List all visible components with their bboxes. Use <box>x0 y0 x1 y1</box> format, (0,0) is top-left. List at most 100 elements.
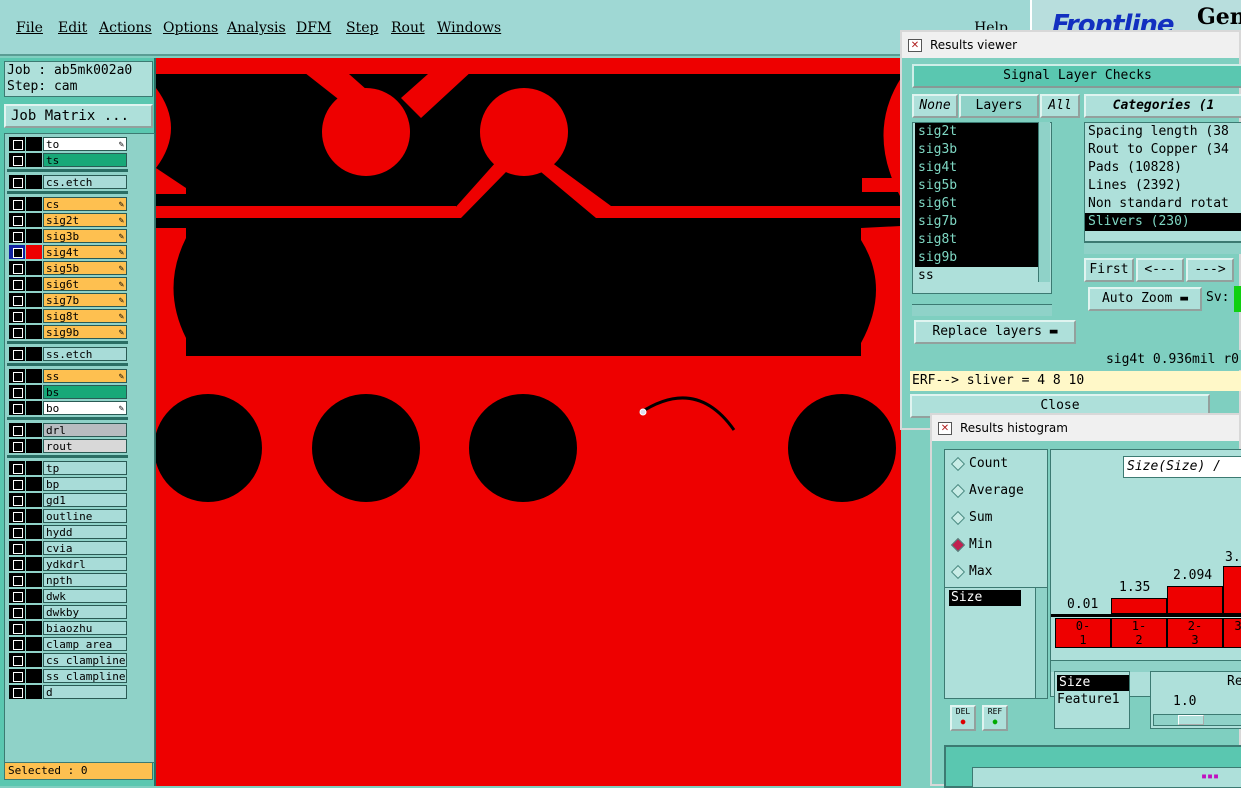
del-button[interactable]: DEL ● <box>950 705 976 731</box>
layer-color-swatch[interactable] <box>26 653 42 667</box>
layer-color-swatch[interactable] <box>26 439 42 453</box>
layer-row-biaozhu[interactable]: biaozhu <box>7 620 127 636</box>
series-list[interactable]: Size Feature1 <box>1054 671 1130 729</box>
layer-row-sig8t[interactable]: sig8t ✎ <box>7 308 127 324</box>
layer-list-hscrollbar[interactable] <box>912 304 1052 316</box>
job-matrix-button[interactable]: Job Matrix ... <box>4 104 153 128</box>
result-layer-item[interactable]: sig4t <box>915 159 1039 177</box>
layer-row-ss_clampline[interactable]: ss_clampline <box>7 668 127 684</box>
layer-row-ss[interactable]: ss ✎ <box>7 368 127 384</box>
layer-color-swatch[interactable] <box>26 197 42 211</box>
layer-color-swatch[interactable] <box>26 293 42 307</box>
layer-color-swatch[interactable] <box>26 509 42 523</box>
menu-actions[interactable]: Actions <box>99 20 152 36</box>
category-item[interactable]: Pads (10828) <box>1085 159 1241 177</box>
layers-button[interactable]: Layers <box>959 94 1039 118</box>
slider-handle[interactable] <box>1178 715 1204 725</box>
layer-checkbox[interactable] <box>9 589 25 603</box>
layer-checkbox[interactable] <box>9 213 25 227</box>
histogram-titlebar[interactable]: ✕ Results histogram <box>932 415 1239 441</box>
layer-name[interactable]: sig3b ✎ <box>43 229 127 243</box>
layer-color-swatch[interactable] <box>26 401 42 415</box>
layer-checkbox[interactable] <box>9 153 25 167</box>
layer-color-swatch[interactable] <box>26 541 42 555</box>
layer-name[interactable]: sig8t ✎ <box>43 309 127 323</box>
layer-checkbox[interactable] <box>9 423 25 437</box>
menu-dfm[interactable]: DFM <box>296 20 331 36</box>
layer-checkbox[interactable] <box>9 509 25 523</box>
series-feature-item[interactable]: Feature1 <box>1055 691 1129 709</box>
layer-checkbox[interactable] <box>9 557 25 571</box>
layer-checkbox[interactable] <box>9 277 25 291</box>
result-layer-item[interactable]: sig9b <box>915 249 1039 267</box>
layer-color-swatch[interactable] <box>26 261 42 275</box>
field-list[interactable]: Size <box>944 587 1048 699</box>
layer-row-dwkby[interactable]: dwkby <box>7 604 127 620</box>
layer-checkbox[interactable] <box>9 653 25 667</box>
layer-color-swatch[interactable] <box>26 277 42 291</box>
layer-color-swatch[interactable] <box>26 423 42 437</box>
layer-row-ss.etch[interactable]: ss.etch <box>7 346 127 362</box>
layer-name[interactable]: dwk <box>43 589 127 603</box>
layer-name[interactable]: rout <box>43 439 127 453</box>
category-item[interactable]: Rout to Copper (34 <box>1085 141 1241 159</box>
layer-checkbox[interactable] <box>9 261 25 275</box>
layer-color-swatch[interactable] <box>26 245 42 259</box>
layer-name[interactable]: ydkdrl <box>43 557 127 571</box>
resolution-slider[interactable] <box>1153 714 1241 726</box>
auto-zoom-button[interactable]: Auto Zoom ▬ <box>1088 287 1202 311</box>
category-item[interactable]: Spacing length (38 <box>1085 123 1241 141</box>
layer-name[interactable]: cvia <box>43 541 127 555</box>
layer-checkbox[interactable] <box>9 461 25 475</box>
layer-row-ydkdrl[interactable]: ydkdrl <box>7 556 127 572</box>
layer-name[interactable]: ts <box>43 153 127 167</box>
layer-checkbox[interactable] <box>9 637 25 651</box>
layer-color-swatch[interactable] <box>26 137 42 151</box>
layer-name[interactable]: sig7b ✎ <box>43 293 127 307</box>
layer-name[interactable]: sig6t ✎ <box>43 277 127 291</box>
next-button[interactable]: ---> <box>1186 258 1234 282</box>
layer-row-to[interactable]: to ✎ <box>7 136 127 152</box>
layer-checkbox[interactable] <box>9 309 25 323</box>
layer-row-cs[interactable]: cs ✎ <box>7 196 127 212</box>
layer-row-clamp_area[interactable]: clamp_area <box>7 636 127 652</box>
none-button[interactable]: None <box>912 94 958 118</box>
categories-hscrollbar[interactable] <box>1084 242 1241 254</box>
layer-row-tp[interactable]: tp <box>7 460 127 476</box>
layer-name[interactable]: sig2t ✎ <box>43 213 127 227</box>
ref-button[interactable]: REF ● <box>982 705 1008 731</box>
layer-name[interactable]: npth <box>43 573 127 587</box>
result-layer-item[interactable]: sig6t <box>915 195 1039 213</box>
layer-color-swatch[interactable] <box>26 385 42 399</box>
layer-checkbox[interactable] <box>9 621 25 635</box>
layer-row-sig6t[interactable]: sig6t ✎ <box>7 276 127 292</box>
category-item[interactable]: Slivers (230) <box>1085 213 1241 231</box>
layer-checkbox[interactable] <box>9 477 25 491</box>
graphics-canvas[interactable] <box>156 58 901 786</box>
layer-checkbox[interactable] <box>9 197 25 211</box>
layer-checkbox[interactable] <box>9 401 25 415</box>
layer-checkbox[interactable] <box>9 493 25 507</box>
layer-name[interactable]: gd1 <box>43 493 127 507</box>
result-layer-item[interactable]: sig2t <box>915 123 1039 141</box>
layer-name[interactable]: sig5b ✎ <box>43 261 127 275</box>
layer-checkbox[interactable] <box>9 605 25 619</box>
layer-color-swatch[interactable] <box>26 589 42 603</box>
layer-name[interactable]: ss_clampline <box>43 669 127 683</box>
layer-name[interactable]: tp <box>43 461 127 475</box>
layer-color-swatch[interactable] <box>26 685 42 699</box>
layer-list-scrollbar[interactable] <box>1038 122 1050 282</box>
layer-checkbox[interactable] <box>9 439 25 453</box>
option-count[interactable]: Count <box>953 454 1008 474</box>
layer-checkbox[interactable] <box>9 573 25 587</box>
replace-layers-button[interactable]: Replace layers ▬ <box>914 320 1076 344</box>
option-sum[interactable]: Sum <box>953 508 992 528</box>
categories-header[interactable]: Categories (1 <box>1084 94 1241 118</box>
result-layer-item[interactable]: ss <box>915 267 1039 285</box>
field-size-item[interactable]: Size <box>949 590 1021 606</box>
layer-name[interactable]: sig9b ✎ <box>43 325 127 339</box>
option-average[interactable]: Average <box>953 481 1024 501</box>
menu-windows[interactable]: Windows <box>437 20 501 36</box>
layer-color-swatch[interactable] <box>26 669 42 683</box>
layer-name[interactable]: bs <box>43 385 127 399</box>
